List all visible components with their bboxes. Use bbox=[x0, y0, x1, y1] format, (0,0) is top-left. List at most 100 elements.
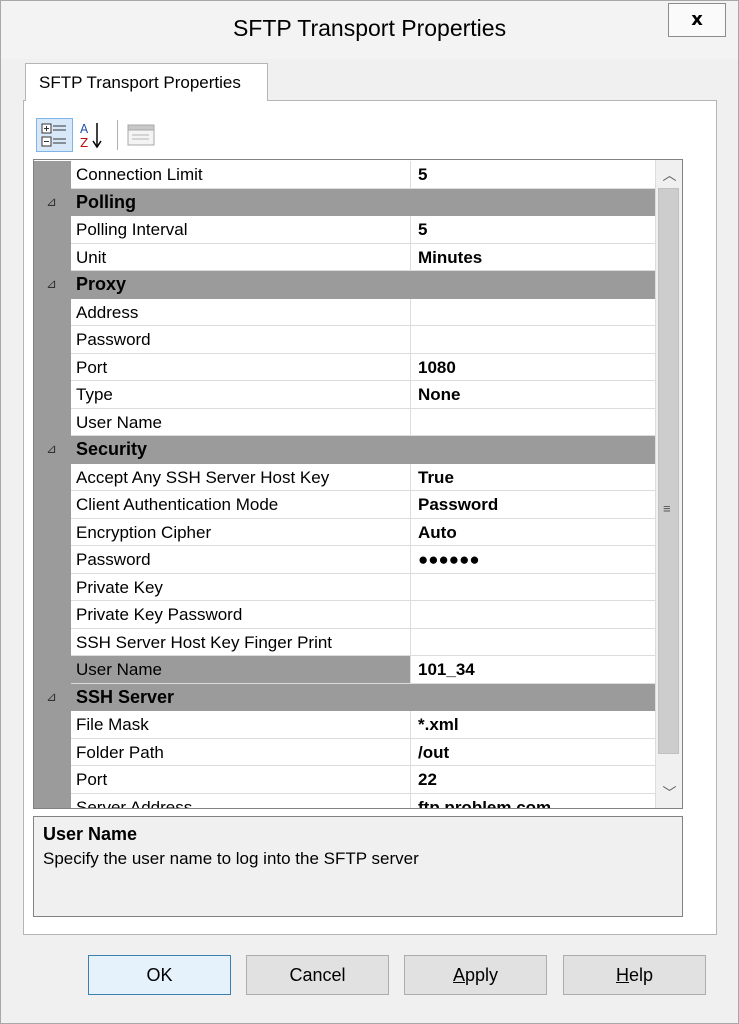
category-row[interactable]: ⊿ SSH Server bbox=[34, 683, 655, 711]
property-row[interactable]: Password bbox=[34, 326, 655, 354]
category-label: SSH Server bbox=[76, 686, 175, 707]
property-name[interactable]: Folder Path bbox=[71, 738, 411, 766]
property-row[interactable]: Password ●●●●●● bbox=[34, 546, 655, 574]
property-row[interactable]: Private Key bbox=[34, 573, 655, 601]
property-value[interactable]: ftp.problem.com bbox=[411, 794, 655, 809]
description-title: User Name bbox=[43, 824, 138, 844]
tab-sftp-transport-properties[interactable]: SFTP Transport Properties bbox=[25, 63, 268, 101]
property-value[interactable]: ●●●●●● bbox=[411, 546, 655, 574]
svg-text:A: A bbox=[80, 122, 89, 136]
collapse-toggle-icon[interactable]: ⊿ bbox=[46, 689, 57, 705]
category-row[interactable]: ⊿ Polling bbox=[34, 188, 655, 216]
property-value[interactable]: /out bbox=[411, 739, 655, 766]
property-row[interactable]: Encryption Cipher Auto bbox=[34, 518, 655, 546]
property-name[interactable]: Address bbox=[71, 298, 411, 326]
help-button[interactable]: Help bbox=[563, 955, 706, 995]
property-row[interactable]: Polling Interval 5 bbox=[34, 216, 655, 244]
categorized-view-button[interactable] bbox=[36, 118, 73, 152]
property-value[interactable]: *.xml bbox=[411, 711, 655, 739]
property-value[interactable]: True bbox=[411, 464, 655, 491]
apply-label: pply bbox=[464, 965, 499, 985]
sort-alphabetical-button[interactable]: A Z bbox=[77, 118, 111, 152]
scroll-up-icon[interactable]: ︿ bbox=[656, 162, 682, 188]
property-grid-rows: Connection Limit 5 ⊿ Polling Polling Interva… bbox=[34, 161, 655, 809]
category-row[interactable]: ⊿ Security bbox=[34, 436, 655, 464]
property-name[interactable]: User Name bbox=[71, 656, 411, 684]
collapse-toggle-icon[interactable]: ⊿ bbox=[46, 194, 57, 210]
property-name[interactable]: Client Authentication Mode bbox=[71, 491, 411, 519]
row-gutter bbox=[34, 793, 71, 808]
property-row[interactable]: SSH Server Host Key Finger Print bbox=[34, 628, 655, 656]
property-row[interactable]: Folder Path/out bbox=[34, 738, 655, 766]
property-value[interactable]: 22 bbox=[411, 766, 655, 794]
property-value[interactable] bbox=[411, 409, 655, 436]
property-row[interactable]: Client Authentication Mode Password bbox=[34, 491, 655, 519]
collapse-toggle-icon[interactable]: ⊿ bbox=[46, 276, 57, 292]
description-pane: User Name Specify the user name to log i… bbox=[33, 816, 683, 917]
row-gutter bbox=[34, 298, 71, 326]
property-name[interactable]: Unit bbox=[71, 243, 411, 271]
property-value[interactable]: 101_34 bbox=[411, 656, 655, 684]
property-row[interactable]: File Mask *.xml bbox=[34, 711, 655, 739]
property-name[interactable]: File Mask bbox=[71, 711, 411, 739]
property-value[interactable] bbox=[411, 326, 655, 354]
property-value[interactable]: 5 bbox=[411, 216, 655, 244]
property-value[interactable]: None bbox=[411, 381, 655, 409]
row-gutter bbox=[34, 656, 71, 684]
property-name[interactable]: User Name bbox=[71, 408, 411, 436]
property-value[interactable] bbox=[411, 629, 655, 656]
ok-button[interactable]: OK bbox=[88, 955, 231, 995]
close-button[interactable]: x bbox=[668, 3, 726, 37]
property-value[interactable]: Minutes bbox=[411, 244, 655, 271]
property-row[interactable]: User Name 101_34 bbox=[34, 656, 655, 684]
property-value[interactable]: Auto bbox=[411, 519, 655, 546]
property-name[interactable]: Password bbox=[71, 546, 411, 574]
property-pages-icon bbox=[127, 124, 155, 146]
property-name[interactable]: Accept Any SSH Server Host Key bbox=[71, 463, 411, 491]
property-row[interactable]: Server Address ftp.problem.com bbox=[34, 793, 655, 809]
collapse-toggle-icon[interactable]: ⊿ bbox=[46, 441, 57, 457]
property-name[interactable]: Port bbox=[71, 766, 411, 794]
apply-button[interactable]: Apply bbox=[404, 955, 547, 995]
property-value[interactable]: Password bbox=[411, 491, 655, 519]
property-grid[interactable]: Connection Limit 5 ⊿ Polling Polling Interva… bbox=[33, 159, 683, 809]
row-gutter bbox=[34, 573, 71, 601]
property-value[interactable] bbox=[411, 601, 655, 629]
property-row[interactable]: Port 1080 bbox=[34, 353, 655, 381]
property-row[interactable]: Unit Minutes bbox=[34, 243, 655, 271]
property-row[interactable]: User Name bbox=[34, 408, 655, 436]
categorized-view-icon bbox=[41, 123, 66, 147]
property-name[interactable]: Port bbox=[71, 353, 411, 381]
property-row[interactable]: Type None bbox=[34, 381, 655, 409]
property-row[interactable]: Connection Limit 5 bbox=[34, 161, 655, 189]
property-name[interactable]: SSH Server Host Key Finger Print bbox=[71, 628, 411, 656]
category-label: Security bbox=[76, 439, 148, 459]
property-name[interactable]: Polling Interval bbox=[71, 216, 411, 244]
property-name[interactable]: Private Key bbox=[71, 573, 411, 601]
property-name[interactable]: Type bbox=[71, 381, 411, 409]
title-bar[interactable]: SFTP Transport Properties x bbox=[1, 1, 738, 59]
property-row[interactable]: Private Key Password bbox=[34, 601, 655, 629]
scroll-down-icon[interactable]: ﹀ bbox=[656, 780, 682, 806]
scrollbar-thumb[interactable]: ≡ bbox=[658, 188, 679, 754]
property-row[interactable]: Address bbox=[34, 298, 655, 326]
property-row[interactable]: Accept Any SSH Server Host Key True bbox=[34, 463, 655, 491]
property-value[interactable]: 1080 bbox=[411, 354, 655, 381]
property-name[interactable]: Private Key Password bbox=[71, 601, 411, 629]
property-name[interactable]: Password bbox=[71, 326, 411, 354]
property-name[interactable]: Server Address bbox=[71, 793, 411, 808]
property-name[interactable]: Connection Limit bbox=[71, 161, 411, 189]
vertical-scrollbar[interactable]: ︿ ≡ ﹀ bbox=[655, 160, 682, 808]
row-gutter bbox=[34, 353, 71, 381]
property-value[interactable] bbox=[411, 299, 655, 326]
cancel-button[interactable]: Cancel bbox=[246, 955, 389, 995]
property-value[interactable] bbox=[411, 574, 655, 601]
row-gutter bbox=[34, 463, 71, 491]
property-value[interactable]: 5 bbox=[411, 161, 655, 189]
row-gutter bbox=[34, 326, 71, 354]
property-name[interactable]: Encryption Cipher bbox=[71, 518, 411, 546]
category-row[interactable]: ⊿ Proxy bbox=[34, 271, 655, 299]
property-pages-button[interactable] bbox=[125, 118, 159, 152]
property-row[interactable]: Port 22 bbox=[34, 766, 655, 794]
row-gutter bbox=[34, 766, 71, 794]
